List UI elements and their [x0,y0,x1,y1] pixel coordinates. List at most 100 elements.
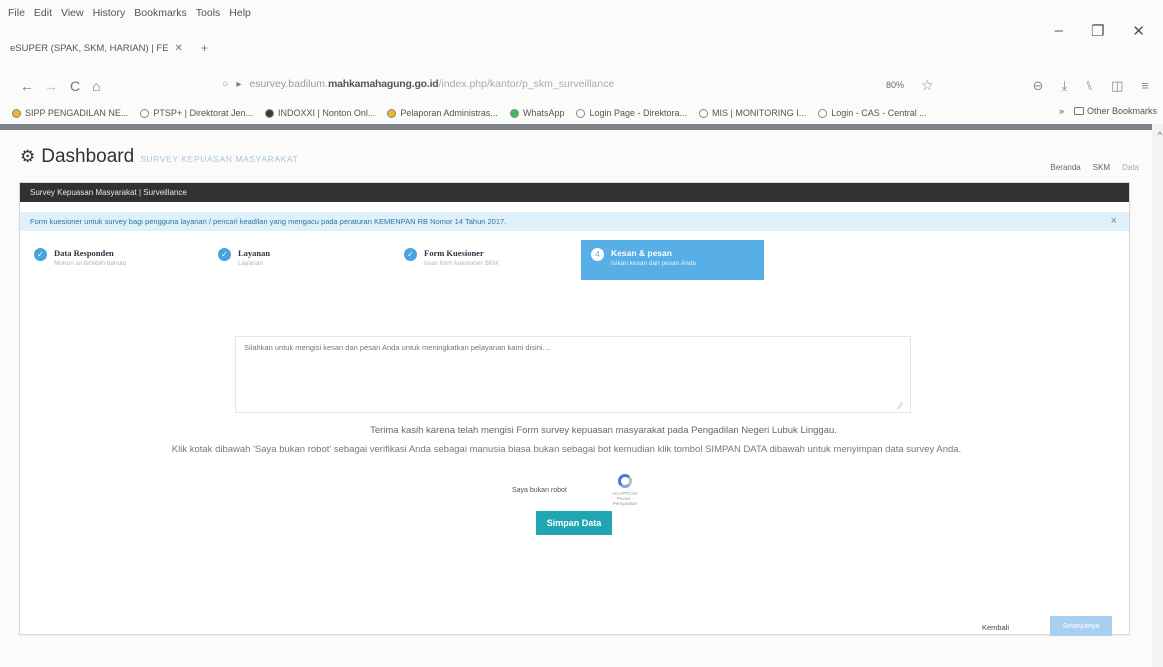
step-subtitle: Isikan kesan dan pesan Anda [611,260,696,267]
other-bookmarks[interactable]: Other Bookmarks [1073,106,1157,116]
bookmark-item[interactable]: Login Page - Direktora... [576,108,687,118]
recaptcha-logo: reCAPTCHA Privasi - Persyaratan [610,474,640,506]
bookmark-item[interactable]: Login - CAS - Central ... [818,108,927,118]
recaptcha-icon [618,474,632,488]
page-top-strip [0,124,1152,130]
bookmark-favicon-icon [12,108,21,118]
bookmark-favicon-icon [509,108,519,118]
breadcrumb: Beranda SKM Data [1051,163,1140,172]
bookmark-label: SIPP PENGADILAN NE... [25,108,129,118]
menu-bookmarks[interactable]: Bookmarks [134,7,187,19]
bookmark-label: PTSP+ | Direktorat Jen... [153,108,253,118]
page-header: ⚙ Dashboard SURVEY KEPUASAN MASYARAKAT [20,146,298,168]
bookmark-favicon-icon [140,108,150,118]
menu-file[interactable]: File [8,7,25,19]
step-title: Kesan & pesan [611,248,672,258]
bookmarks-more-icon[interactable]: » [1059,106,1064,116]
thanks-message: Terima kasih karena telah mengisi Form s… [370,425,837,436]
alert-text: Form kuesioner untuk survey bagi penggun… [30,217,507,226]
step-form-kuesioner[interactable]: ✓ Form Kuesioner Isian form kuesioner SK… [404,240,498,280]
folder-icon [1073,107,1084,115]
url-path: /index.php/kantor/p_skm_surveillance [438,78,615,90]
step-data-responden[interactable]: ✓ Data Responden Mohon isi terlebih dahu… [34,240,126,280]
menu-history[interactable]: History [93,7,126,19]
close-window-icon[interactable]: ✕ [1132,22,1145,40]
step-layanan[interactable]: ✓ Layanan Layanan [218,240,270,280]
recaptcha-label: Saya bukan robot [512,486,567,494]
forward-arrow-icon[interactable]: → [44,78,58,94]
bookmarks-overflow: » Other Bookmarks [1059,106,1157,116]
scroll-up-icon[interactable]: ^ [1158,130,1162,140]
info-alert: Form kuesioner untuk survey bagi penggun… [20,212,1129,231]
library-icon[interactable]: ⑊ [1085,78,1093,94]
back-arrow-icon[interactable]: ← [20,78,34,94]
hamburger-menu-icon[interactable]: ≡ [1141,78,1149,94]
menu-edit[interactable]: Edit [34,7,52,19]
bookmark-item[interactable]: INDOXXI | Nonton Onl... [265,108,375,118]
url-domain: mahkamahagung.go.id [327,78,439,90]
alert-close-icon[interactable]: × [1111,215,1117,227]
home-icon[interactable]: ⌂ [92,78,100,94]
step-subtitle: Layanan [238,260,263,267]
page-subtitle: SURVEY KEPUASAN MASYARAKAT [140,154,299,164]
bookmark-item[interactable]: PTSP+ | Direktorat Jen... [140,108,253,118]
pocket-icon[interactable]: ⊖ [1033,78,1044,94]
step-subtitle: Mohon isi terlebih dahulu [54,260,127,267]
downloads-icon[interactable]: ⤓ [1062,78,1068,94]
step-subtitle: Isian form kuesioner SKM [424,260,499,267]
toolbar-right: ⊖ ⤓ ⑊ ◫ ≡ [1033,78,1149,94]
bookmark-item[interactable]: SIPP PENGADILAN NE... [12,108,128,118]
step-kesan-pesan[interactable]: 4 Kesan & pesan Isikan kesan dan pesan A… [581,240,764,280]
zoom-level[interactable]: 80% [886,80,904,90]
lock-icon: ▸ [236,78,242,90]
bookmark-favicon-icon [699,108,709,118]
sidebar-icon[interactable]: ◫ [1111,78,1123,94]
recaptcha-widget[interactable]: Saya bukan robot reCAPTCHA Privasi - Per… [500,470,648,510]
breadcrumb-skm[interactable]: SKM [1093,163,1110,172]
other-bookmarks-label: Other Bookmarks [1086,106,1157,116]
bookmark-star-icon[interactable]: ☆ [921,77,934,94]
menu-tools[interactable]: Tools [196,7,221,19]
maximize-icon[interactable]: ❐ [1091,22,1104,40]
breadcrumb-current: Data [1122,163,1139,172]
menu-help[interactable]: Help [229,7,251,19]
minimize-icon[interactable]: – [1055,22,1063,40]
bookmark-label: Login - CAS - Central ... [831,108,927,118]
tab-close-icon[interactable]: ✕ [175,43,183,54]
bookmark-label: Login Page - Direktora... [589,108,688,118]
tracking-shield-icon[interactable]: ○ [222,78,228,90]
wizard-steps: ✓ Data Responden Mohon isi terlebih dahu… [20,240,1129,280]
bookmark-favicon-icon [265,108,274,118]
vertical-scrollbar[interactable] [1152,124,1163,667]
browser-tab[interactable]: eSUPER (SPAK, SKM, HARIAN) | FE ✕ [10,43,191,54]
next-button[interactable]: Selanjutnya [1050,616,1112,636]
resize-grip-icon[interactable]: ∕∕ [899,401,902,411]
bookmark-label: INDOXXI | Nonton Onl... [278,108,376,118]
step-title: Layanan [238,248,271,258]
bookmark-favicon-icon [576,108,586,118]
save-data-button[interactable]: Simpan Data [536,511,612,535]
menu-view[interactable]: View [61,7,84,19]
page-title: Dashboard [41,146,135,167]
bookmark-favicon-icon [387,108,397,118]
new-tab-icon[interactable]: + [201,41,208,55]
recaptcha-privacy-text: reCAPTCHA Privasi - Persyaratan [612,491,638,506]
bookmark-item[interactable]: WhatsApp [509,108,564,118]
tab-strip: eSUPER (SPAK, SKM, HARIAN) | FE ✕ + [0,38,208,58]
bookmark-label: MIS | MONITORING I... [712,108,807,118]
navigation-bar: ← → C ⌂ ○ ▸ esurvey.badilum.mahkamahagun… [0,74,1163,100]
survey-panel: Survey Kepuasan Masyarakat | Surveillanc… [19,182,1130,636]
step-title: Data Responden [54,248,114,258]
gear-icon: ⚙ [20,147,36,166]
menu-bar: File Edit View History Bookmarks Tools H… [0,0,1163,26]
step-number-icon: 4 [591,248,604,261]
tab-title: eSUPER (SPAK, SKM, HARIAN) | FE [10,42,169,54]
breadcrumb-beranda[interactable]: Beranda [1051,163,1081,172]
url-bar[interactable]: ○ ▸ esurvey.badilum.mahkamahagung.go.id/… [222,78,614,90]
reload-icon[interactable]: C [70,78,80,94]
kesan-pesan-textarea[interactable] [235,336,911,413]
bookmark-item[interactable]: Pelaporan Administras... [387,108,498,118]
back-link[interactable]: Kembali [982,623,1009,632]
step-check-icon: ✓ [404,248,417,261]
bookmark-item[interactable]: MIS | MONITORING I... [699,108,806,118]
